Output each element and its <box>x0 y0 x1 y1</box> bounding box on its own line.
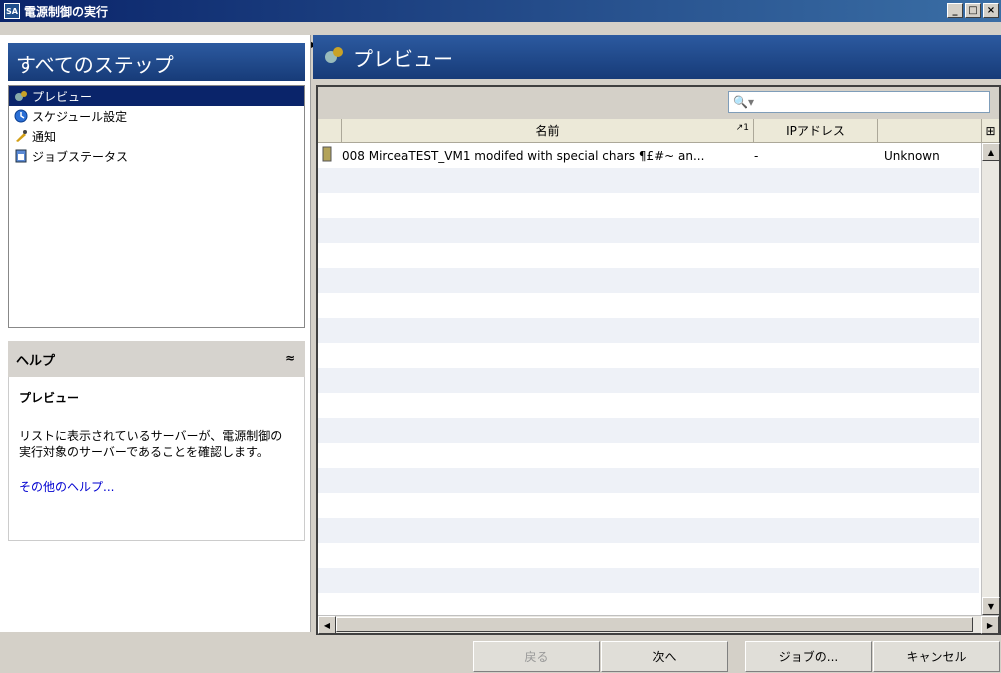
close-button[interactable]: × <box>983 3 999 18</box>
column-header-status[interactable] <box>878 119 982 142</box>
server-status: Unknown <box>884 148 940 163</box>
table-row-empty <box>318 293 979 318</box>
scroll-thumb[interactable] <box>336 617 973 632</box>
table-row-empty <box>318 193 979 218</box>
step-label: スケジュール設定 <box>32 109 128 124</box>
table-row-empty <box>318 268 979 293</box>
table-row-empty <box>318 218 979 243</box>
left-panel: すべてのステップ プレビュー スケジュール設定 通知 ジョブステータス ヘルプ … <box>0 35 311 632</box>
step-label: ジョブステータス <box>32 149 129 164</box>
column-chooser-icon[interactable]: ⊞ <box>982 119 999 142</box>
app-icon: SA <box>4 3 20 19</box>
help-text: リストに表示されているサーバーが、電源制御の実行対象のサーバーであることを確認し… <box>19 429 283 459</box>
step-label: プレビュー <box>32 89 93 104</box>
table-row-empty <box>318 343 979 368</box>
server-grid: 🔍▾ 名前 ↗1 IPアドレス ⊞ 008 MirceaTEST_VM1 mod… <box>316 85 1001 635</box>
notification-icon <box>13 129 28 144</box>
table-row-empty <box>318 368 979 393</box>
step-item-notification[interactable]: 通知 <box>9 126 304 146</box>
horizontal-scrollbar[interactable]: ◀ ▶ <box>318 615 999 634</box>
table-row[interactable]: 008 MirceaTEST_VM1 modifed with special … <box>318 143 979 168</box>
window-title: 電源制御の実行 <box>24 4 109 19</box>
help-header[interactable]: ヘルプ ≈ <box>8 341 305 377</box>
help-title: プレビュー <box>19 391 80 405</box>
scroll-down-icon[interactable]: ▼ <box>982 597 1000 615</box>
preview-header: プレビュー <box>313 35 1001 79</box>
more-help-link[interactable]: その他のヘルプ... <box>19 478 294 495</box>
help-body: プレビュー リストに表示されているサーバーが、電源制御の実行対象のサーバーである… <box>8 377 305 541</box>
table-row-empty <box>318 443 979 468</box>
search-icon: 🔍▾ <box>733 95 754 109</box>
table-row-empty <box>318 568 979 593</box>
steps-list: プレビュー スケジュール設定 通知 ジョブステータス <box>8 85 305 328</box>
step-item-preview[interactable]: プレビュー <box>9 86 304 106</box>
table-row-empty <box>318 593 979 615</box>
scroll-right-icon[interactable]: ▶ <box>981 616 999 634</box>
button-bar: 戻る 次へ ジョブの... キャンセル <box>0 640 1001 673</box>
help-header-label: ヘルプ <box>16 353 56 369</box>
minimize-button[interactable]: _ <box>947 3 963 18</box>
table-row-empty <box>318 518 979 543</box>
vertical-scrollbar[interactable]: ▲ ▼ <box>981 143 1000 615</box>
column-header-icon[interactable] <box>318 119 342 142</box>
scroll-left-icon[interactable]: ◀ <box>318 616 336 634</box>
search-input[interactable]: 🔍▾ <box>728 91 990 113</box>
collapse-icon[interactable]: ≈ <box>285 351 295 365</box>
step-item-schedule[interactable]: スケジュール設定 <box>9 106 304 126</box>
scroll-up-icon[interactable]: ▲ <box>982 143 1000 161</box>
table-row-empty <box>318 543 979 568</box>
server-icon <box>318 146 342 165</box>
table-row-empty <box>318 393 979 418</box>
job-status-icon <box>13 149 28 164</box>
column-header-ip[interactable]: IPアドレス <box>754 119 878 142</box>
step-label: 通知 <box>32 129 57 144</box>
next-button[interactable]: 次へ <box>601 641 728 672</box>
preview-icon <box>13 89 28 104</box>
sort-indicator-icon: ↗1 <box>735 123 749 133</box>
table-row-empty <box>318 493 979 518</box>
grid-toolbar: 🔍▾ <box>318 87 999 119</box>
table-row-empty <box>318 318 979 343</box>
schedule-icon <box>13 109 28 124</box>
preview-header-icon <box>323 45 345 70</box>
title-bar: SA 電源制御の実行 _ □ × <box>0 0 1001 22</box>
grid-rows: 008 MirceaTEST_VM1 modifed with special … <box>318 143 979 615</box>
preview-header-label: プレビュー <box>353 46 453 71</box>
table-row-empty <box>318 168 979 193</box>
cancel-button[interactable]: キャンセル <box>873 641 1000 672</box>
maximize-button[interactable]: □ <box>965 3 981 18</box>
server-name: 008 MirceaTEST_VM1 modifed with special … <box>342 148 705 163</box>
back-button[interactable]: 戻る <box>473 641 600 672</box>
job-button[interactable]: ジョブの... <box>745 641 872 672</box>
steps-header: すべてのステップ <box>8 43 305 81</box>
server-ip: - <box>754 148 759 163</box>
column-header-name[interactable]: 名前 ↗1 <box>342 119 754 142</box>
column-header-row: 名前 ↗1 IPアドレス ⊞ <box>318 119 999 143</box>
table-row-empty <box>318 468 979 493</box>
table-row-empty <box>318 243 979 268</box>
table-row-empty <box>318 418 979 443</box>
step-item-job-status[interactable]: ジョブステータス <box>9 146 304 166</box>
